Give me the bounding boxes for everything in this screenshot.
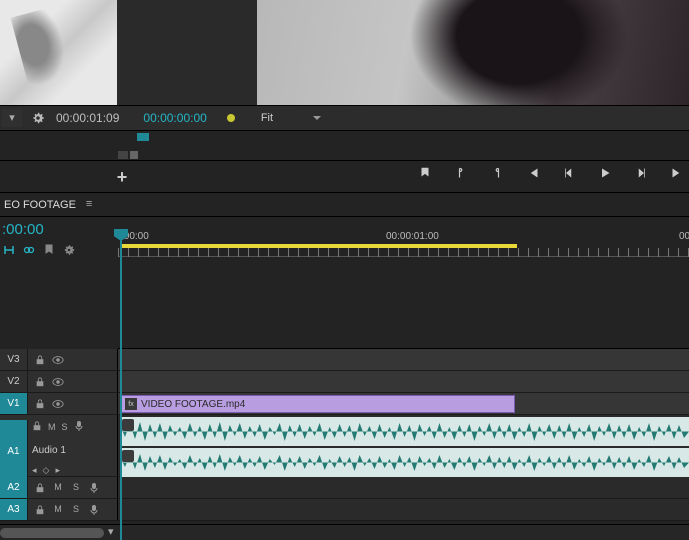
scrollbar-thumb[interactable] xyxy=(0,528,104,538)
ruler-ticks xyxy=(118,248,689,257)
track-lock-icon[interactable] xyxy=(34,354,46,366)
solo-toggle[interactable]: S xyxy=(62,423,68,432)
step-back-icon[interactable] xyxy=(561,165,577,181)
track-header-a2[interactable]: A2 M S xyxy=(0,477,118,499)
mark-in-icon[interactable] xyxy=(453,165,469,181)
playhead[interactable] xyxy=(120,229,122,540)
track-label-a1[interactable]: A1 xyxy=(0,420,28,482)
track-header-v2[interactable]: V2 xyxy=(0,371,118,393)
track-body-v2[interactable] xyxy=(118,371,689,393)
track-eye-icon[interactable] xyxy=(52,376,64,388)
track-header-v3[interactable]: V3 xyxy=(0,349,118,371)
play-icon[interactable] xyxy=(597,165,613,181)
timeline-ruler[interactable]: :00:00 00:00:01:00 00 xyxy=(118,229,689,257)
fx-badge-icon[interactable] xyxy=(122,419,134,431)
track-body-a2[interactable] xyxy=(118,477,689,499)
ruler-label: 00 xyxy=(679,231,689,242)
audio-clip-right[interactable] xyxy=(120,448,689,477)
clip-name: VIDEO FOOTAGE.mp4 xyxy=(141,399,245,410)
keyframe-prev-icon[interactable]: ◂ xyxy=(32,466,37,475)
marker-icon[interactable] xyxy=(417,165,433,181)
mini-zoom-thumb[interactable] xyxy=(118,151,128,159)
timeline-settings-icon[interactable] xyxy=(62,243,76,257)
track-lock-icon[interactable] xyxy=(34,482,46,494)
mini-zoom-thumb-b[interactable] xyxy=(130,151,138,159)
tracks-area: V3 V2 V1 fx VIDEO FOOTAGE.mp4 A1 xyxy=(0,349,689,524)
track-body-a3[interactable] xyxy=(118,499,689,521)
step-forward-icon[interactable] xyxy=(633,165,649,181)
timeline-empty-area[interactable] xyxy=(118,257,689,349)
source-timecode[interactable]: 00:00:01:09 xyxy=(56,111,119,125)
preview-row xyxy=(0,0,689,105)
voice-over-icon[interactable] xyxy=(88,482,100,494)
track-header-a3[interactable]: A3 M S xyxy=(0,499,118,521)
chevron-down-icon[interactable]: ▾ xyxy=(108,527,114,538)
track-label-a3[interactable]: A3 xyxy=(0,499,28,520)
timeline-option-icons xyxy=(2,243,76,257)
track-header-a1[interactable]: A1 M S Audio 1 ◂ ◇ ▸ xyxy=(0,415,118,477)
linked-selection-icon[interactable] xyxy=(22,243,36,257)
track-lock-icon[interactable] xyxy=(34,398,46,410)
keyframe-next-icon[interactable]: ▸ xyxy=(55,466,60,475)
solo-toggle[interactable]: S xyxy=(70,504,82,516)
track-body-v3[interactable] xyxy=(118,349,689,371)
tool-row: + xyxy=(0,161,689,193)
program-timecode[interactable]: 00:00:00:00 xyxy=(143,111,206,125)
track-label-a2[interactable]: A2 xyxy=(0,477,28,498)
track-label-v2[interactable]: V2 xyxy=(0,371,28,392)
mini-playhead-icon[interactable] xyxy=(137,133,149,141)
video-clip[interactable]: fx VIDEO FOOTAGE.mp4 xyxy=(120,395,515,413)
add-marker-icon[interactable] xyxy=(42,243,56,257)
settings-wrench-icon[interactable] xyxy=(28,108,48,128)
track-name-a1: Audio 1 xyxy=(32,445,117,456)
audio-clip-left[interactable] xyxy=(120,417,689,446)
solo-toggle[interactable]: S xyxy=(70,482,82,494)
status-dot-icon xyxy=(227,114,235,122)
source-dropdown[interactable]: ▾ xyxy=(2,109,22,127)
source-monitor[interactable] xyxy=(0,0,117,105)
add-marker-button[interactable]: + xyxy=(112,167,132,187)
track-label-v1[interactable]: V1 xyxy=(0,393,28,414)
mute-toggle[interactable]: M xyxy=(48,423,56,432)
program-monitor[interactable] xyxy=(257,0,689,105)
zoom-fit-label: Fit xyxy=(261,112,273,124)
mute-toggle[interactable]: M xyxy=(52,504,64,516)
go-to-in-icon[interactable] xyxy=(525,165,541,181)
fx-badge-icon[interactable] xyxy=(122,450,134,462)
track-label-v3[interactable]: V3 xyxy=(0,349,28,370)
track-header-v1[interactable]: V1 xyxy=(0,393,118,415)
keyframe-add-icon[interactable]: ◇ xyxy=(43,466,50,475)
voice-over-icon[interactable] xyxy=(88,504,100,516)
sequence-tab-label: EO FOOTAGE xyxy=(4,199,76,211)
snap-icon[interactable] xyxy=(2,243,16,257)
track-lock-icon[interactable] xyxy=(34,376,46,388)
voice-over-icon[interactable] xyxy=(74,420,84,435)
mute-toggle[interactable]: M xyxy=(52,482,64,494)
timecode-bar: ▾ 00:00:01:09 00:00:00:00 Fit xyxy=(0,105,689,131)
ruler-label: 00:00:01:00 xyxy=(386,231,439,242)
mini-ruler[interactable] xyxy=(0,131,689,161)
track-body-v1[interactable]: fx VIDEO FOOTAGE.mp4 xyxy=(118,393,689,415)
sequence-tab[interactable]: EO FOOTAGE ≡ xyxy=(0,193,689,217)
panel-menu-icon[interactable]: ≡ xyxy=(86,199,92,210)
mark-out-icon[interactable] xyxy=(489,165,505,181)
horizontal-scrollbar[interactable]: ▾ xyxy=(0,524,689,540)
track-eye-icon[interactable] xyxy=(52,354,64,366)
track-lock-icon[interactable] xyxy=(32,421,42,434)
transport-controls xyxy=(417,165,685,181)
track-eye-icon[interactable] xyxy=(52,398,64,410)
zoom-fit-dropdown[interactable]: Fit xyxy=(255,108,325,128)
fx-badge-icon[interactable]: fx xyxy=(125,398,137,410)
timeline-timecode[interactable]: :00:00 xyxy=(2,221,44,238)
go-to-out-icon[interactable] xyxy=(669,165,685,181)
track-lock-icon[interactable] xyxy=(34,504,46,516)
track-body-a1[interactable] xyxy=(118,415,689,477)
